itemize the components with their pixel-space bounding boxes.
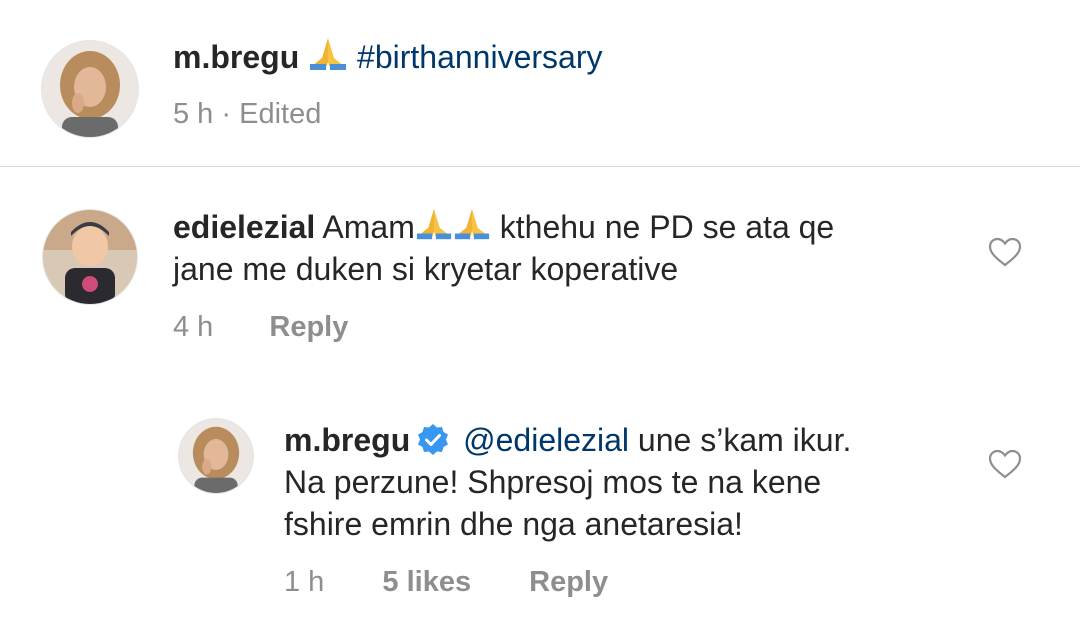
comment-text-end: kthehu ne PD se ata qe bbox=[499, 209, 835, 245]
reply-like-heart-icon[interactable] bbox=[988, 449, 1022, 479]
comment-avatar[interactable] bbox=[42, 209, 138, 305]
comment-reply-button[interactable]: Reply bbox=[269, 311, 348, 343]
reply-text-line3: fshire emrin dhe nga anetaresia! bbox=[284, 506, 743, 542]
section-divider bbox=[0, 166, 1080, 167]
comment-text-line2: jane me duken si kryetar koperative bbox=[173, 251, 679, 287]
pray-emoji-icon bbox=[454, 208, 489, 240]
comment-username[interactable]: edielezial bbox=[173, 209, 315, 245]
caption-hashtag-link[interactable]: #birthanniversary bbox=[357, 39, 602, 75]
reply-likes-count[interactable]: 5 likes bbox=[382, 566, 471, 598]
reply-time: 1 h bbox=[284, 566, 325, 598]
verified-badge-icon bbox=[418, 424, 449, 455]
reply-avatar[interactable] bbox=[178, 418, 254, 494]
avatar-image bbox=[179, 419, 253, 493]
caption-separator: · bbox=[221, 98, 232, 130]
pray-emoji-icon bbox=[310, 38, 347, 70]
avatar-image bbox=[43, 210, 137, 304]
avatar-image bbox=[42, 41, 138, 137]
reply-username[interactable]: m.bregu bbox=[284, 422, 410, 458]
reply-mention-link[interactable]: @edielezial bbox=[463, 422, 629, 458]
comment-time: 4 h bbox=[173, 311, 214, 343]
caption-time: 5 h bbox=[173, 98, 214, 130]
comment-text-start: Amam bbox=[322, 209, 415, 245]
caption-avatar[interactable] bbox=[41, 40, 139, 138]
caption-edited-label: Edited bbox=[239, 98, 322, 130]
caption-username[interactable]: m.bregu bbox=[173, 39, 299, 75]
reply-reply-button[interactable]: Reply bbox=[529, 566, 608, 598]
reply-text-line1: une s’kam ikur. bbox=[637, 422, 852, 458]
comment-like-heart-icon[interactable] bbox=[988, 237, 1022, 267]
pray-emoji-icon bbox=[416, 208, 451, 240]
reply-text-line2: Na perzune! Shpresoj mos te na kene bbox=[284, 464, 822, 500]
